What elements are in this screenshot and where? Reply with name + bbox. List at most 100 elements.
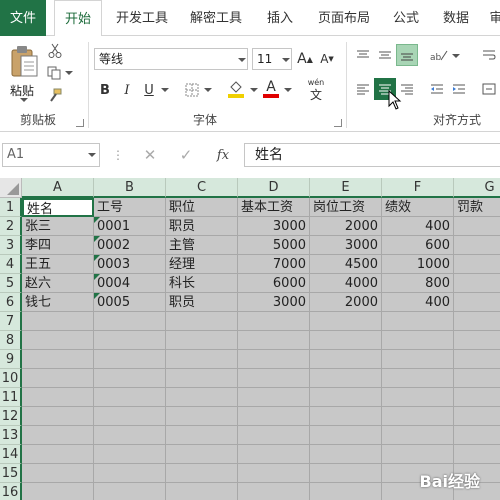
row-header-6[interactable]: 6	[0, 293, 22, 312]
underline-button[interactable]: U	[140, 80, 158, 100]
phonetic-button[interactable]: wén 文	[302, 76, 330, 102]
cell-d15[interactable]	[238, 464, 310, 483]
cell-d7[interactable]	[238, 312, 310, 331]
cell-g8[interactable]	[454, 331, 500, 350]
cell-c10[interactable]	[166, 369, 238, 388]
cell-e12[interactable]	[310, 407, 382, 426]
italic-button[interactable]: I	[118, 80, 136, 100]
row-header-12[interactable]: 12	[0, 407, 22, 426]
tab-formulas[interactable]: 公式	[384, 0, 428, 36]
column-header-c[interactable]: C	[166, 178, 238, 198]
cell-d14[interactable]	[238, 445, 310, 464]
cell-f3[interactable]: 600	[382, 236, 454, 255]
confirm-entry-button[interactable]: ✓	[176, 146, 196, 164]
cell-e4[interactable]: 4500	[310, 255, 382, 274]
tab-data[interactable]: 数据	[434, 0, 478, 36]
cell-c8[interactable]	[166, 331, 238, 350]
row-header-1[interactable]: 1	[0, 198, 22, 217]
cell-f13[interactable]	[382, 426, 454, 445]
cell-d13[interactable]	[238, 426, 310, 445]
name-box[interactable]: A1	[2, 143, 100, 167]
align-middle-button[interactable]	[376, 46, 394, 64]
align-bottom-button[interactable]	[396, 44, 418, 66]
tab-file[interactable]: 文件	[0, 0, 46, 36]
cell-e13[interactable]	[310, 426, 382, 445]
select-all-corner[interactable]	[0, 178, 22, 198]
paste-button[interactable]: 粘贴	[6, 42, 42, 102]
cell-b12[interactable]	[94, 407, 166, 426]
cell-a14[interactable]	[22, 445, 94, 464]
cell-e11[interactable]	[310, 388, 382, 407]
column-header-d[interactable]: D	[238, 178, 310, 198]
cell-f10[interactable]	[382, 369, 454, 388]
merge-center-button[interactable]	[480, 80, 498, 98]
cell-b7[interactable]	[94, 312, 166, 331]
cell-d5[interactable]: 6000	[238, 274, 310, 293]
borders-button[interactable]	[184, 80, 200, 100]
tab-developer[interactable]: 开发工具	[108, 0, 176, 36]
cell-a1[interactable]: 姓名	[22, 198, 94, 217]
row-header-5[interactable]: 5	[0, 274, 22, 293]
cell-b4[interactable]: 0003	[94, 255, 166, 274]
cell-b14[interactable]	[94, 445, 166, 464]
cell-a6[interactable]: 钱七	[22, 293, 94, 312]
name-box-dropdown-icon[interactable]	[88, 153, 96, 157]
fill-color-button[interactable]	[226, 78, 246, 100]
fill-color-dropdown-icon[interactable]	[250, 88, 258, 92]
align-top-button[interactable]	[354, 46, 372, 64]
row-header-11[interactable]: 11	[0, 388, 22, 407]
row-header-3[interactable]: 3	[0, 236, 22, 255]
cell-g14[interactable]	[454, 445, 500, 464]
cell-f7[interactable]	[382, 312, 454, 331]
cell-c13[interactable]	[166, 426, 238, 445]
cell-f12[interactable]	[382, 407, 454, 426]
row-header-13[interactable]: 13	[0, 426, 22, 445]
cell-f5[interactable]: 800	[382, 274, 454, 293]
decrease-indent-button[interactable]	[428, 80, 446, 98]
cell-c7[interactable]	[166, 312, 238, 331]
cell-d1[interactable]: 基本工资	[238, 198, 310, 217]
cell-e2[interactable]: 2000	[310, 217, 382, 236]
cell-a4[interactable]: 王五	[22, 255, 94, 274]
orientation-dropdown-icon[interactable]	[452, 54, 460, 58]
cell-b9[interactable]	[94, 350, 166, 369]
cell-b5[interactable]: 0004	[94, 274, 166, 293]
cell-d11[interactable]	[238, 388, 310, 407]
cell-g10[interactable]	[454, 369, 500, 388]
cell-f8[interactable]	[382, 331, 454, 350]
cell-d12[interactable]	[238, 407, 310, 426]
font-name-select[interactable]: 等线	[94, 48, 248, 70]
tab-review[interactable]: 审	[484, 0, 500, 36]
row-header-14[interactable]: 14	[0, 445, 22, 464]
cell-c1[interactable]: 职位	[166, 198, 238, 217]
cell-b6[interactable]: 0005	[94, 293, 166, 312]
cell-g13[interactable]	[454, 426, 500, 445]
tab-home[interactable]: 开始	[54, 0, 102, 37]
cell-c3[interactable]: 主管	[166, 236, 238, 255]
row-header-8[interactable]: 8	[0, 331, 22, 350]
cell-e3[interactable]: 3000	[310, 236, 382, 255]
cell-g3[interactable]	[454, 236, 500, 255]
cell-b16[interactable]	[94, 483, 166, 500]
underline-dropdown-icon[interactable]	[161, 88, 169, 92]
insert-function-button[interactable]: fx	[212, 146, 234, 164]
cell-c15[interactable]	[166, 464, 238, 483]
cell-d8[interactable]	[238, 331, 310, 350]
cell-d6[interactable]: 3000	[238, 293, 310, 312]
font-color-dropdown-icon[interactable]	[284, 88, 292, 92]
format-painter-button[interactable]	[46, 86, 64, 104]
cell-f9[interactable]	[382, 350, 454, 369]
cell-f11[interactable]	[382, 388, 454, 407]
cell-e6[interactable]: 2000	[310, 293, 382, 312]
column-header-a[interactable]: A	[22, 178, 94, 198]
cell-a13[interactable]	[22, 426, 94, 445]
row-header-9[interactable]: 9	[0, 350, 22, 369]
cell-a12[interactable]	[22, 407, 94, 426]
cell-b10[interactable]	[94, 369, 166, 388]
cell-f1[interactable]: 绩效	[382, 198, 454, 217]
worksheet-grid[interactable]: ABCDEFG 1 2 3 4 5 6 7 8 9 10 11 12 13 14 15 16 姓名 工号 职位 基本…	[0, 178, 500, 500]
cell-d10[interactable]	[238, 369, 310, 388]
cell-g9[interactable]	[454, 350, 500, 369]
column-header-f[interactable]: F	[382, 178, 454, 198]
formula-input[interactable]: 姓名	[244, 143, 500, 167]
